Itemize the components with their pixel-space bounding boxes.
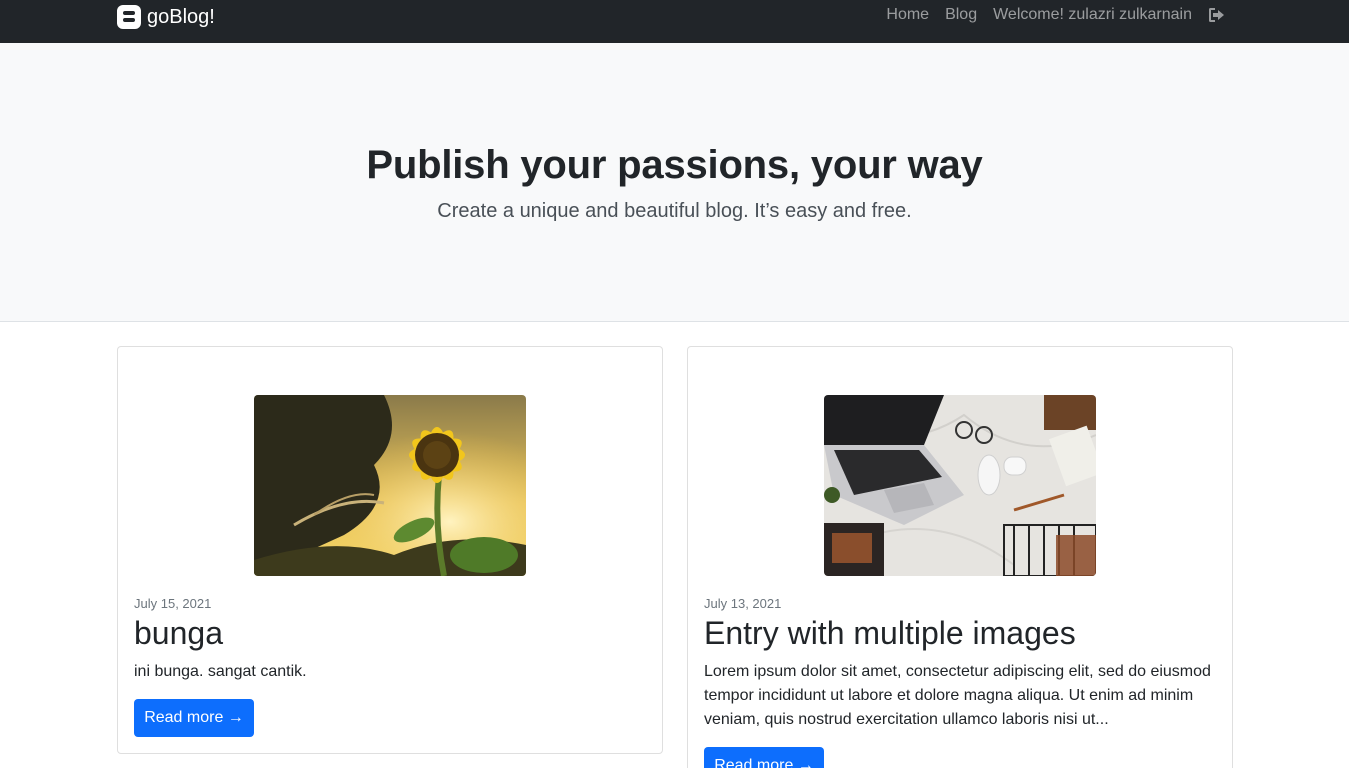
sign-out-icon[interactable] — [1208, 7, 1225, 23]
sunflower-photo — [254, 395, 526, 576]
hero-subtitle: Create a unique and beautiful blog. It’s… — [437, 200, 912, 222]
blogger-logo-icon — [117, 5, 141, 29]
post-card: July 13, 2021 Entry with multiple images… — [687, 346, 1233, 768]
post-excerpt: ini bunga. sangat cantik. — [134, 663, 307, 680]
nav-link-home[interactable]: Home — [886, 6, 929, 24]
post-title: bunga — [134, 615, 223, 651]
hero-section: Publish your passions, your way Create a… — [0, 43, 1349, 322]
laptop-desk-photo — [824, 395, 1096, 576]
brand-link[interactable]: goBlog! — [117, 3, 215, 31]
post-excerpt: Lorem ipsum dolor sit amet, consectetur … — [704, 663, 1211, 728]
nav-link-user[interactable]: Welcome! zulazri zulkarnain — [993, 6, 1192, 24]
brand-name: goBlog! — [147, 5, 215, 28]
post-date: July 13, 2021 — [704, 596, 782, 611]
post-title: Entry with multiple images — [704, 615, 1076, 651]
read-more-button[interactable]: Read more → — [704, 747, 824, 768]
nav-links: Home Blog Welcome! zulazri zulkarnain — [870, 0, 1225, 30]
post-date: July 15, 2021 — [134, 596, 212, 611]
read-more-button[interactable]: Read more → — [134, 699, 254, 737]
nav-link-blog[interactable]: Blog — [945, 6, 977, 24]
hero-title: Publish your passions, your way — [366, 143, 983, 187]
top-navbar: goBlog! Home Blog Welcome! zulazri zulka… — [0, 0, 1349, 43]
post-card: July 15, 2021 bunga ini bunga. sangat ca… — [117, 346, 663, 754]
